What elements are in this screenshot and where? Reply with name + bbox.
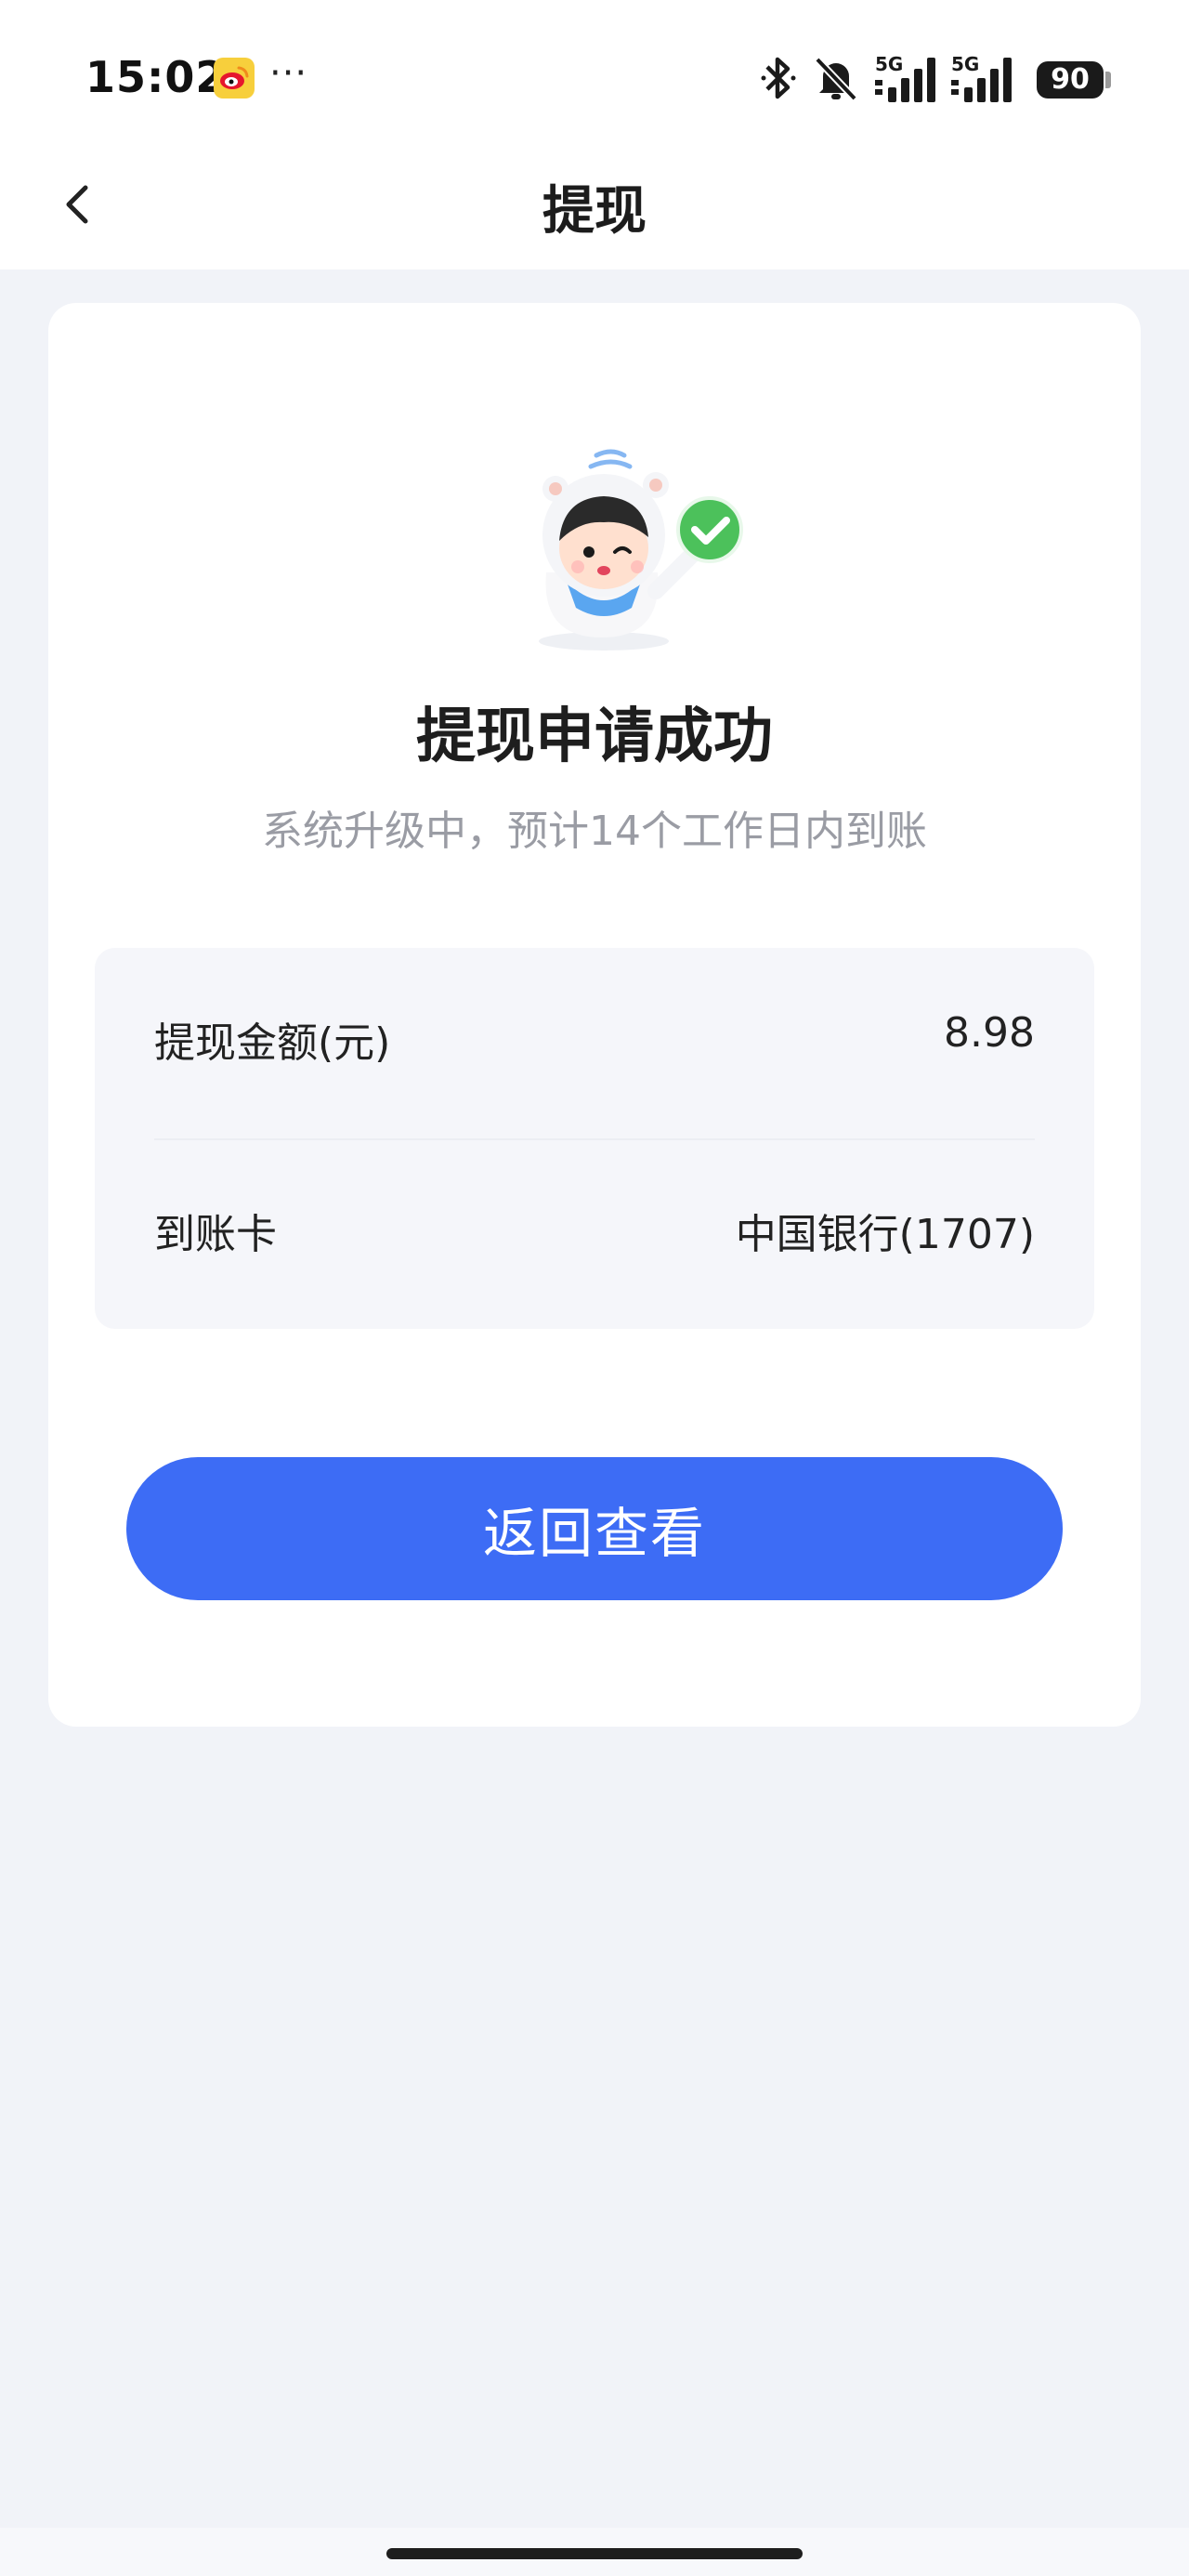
result-title: 提现申请成功 — [416, 703, 773, 771]
page-title: 提现 — [542, 181, 647, 242]
card-label: 到账卡 — [154, 1211, 277, 1258]
weibo-icon — [214, 58, 255, 99]
battery-cap — [1105, 72, 1111, 88]
more-notifications-icon: ··· — [269, 52, 308, 95]
battery-indicator: 90 — [1037, 61, 1104, 99]
amount-row: 提现金额(元) 8.98 — [154, 1009, 1035, 1084]
nav-bar: 提现 — [0, 139, 1189, 269]
status-bar: 15:02 ··· 5G 5G 90 — [0, 0, 1189, 139]
svg-text:5G: 5G — [875, 53, 903, 75]
amount-value: 8.98 — [944, 1009, 1035, 1057]
bluetooth-icon — [761, 57, 796, 99]
result-card: 提现申请成功 系统升级中，预计14个工作日内到账 提现金额(元) 8.98 到账… — [48, 303, 1141, 1727]
status-icons: 5G 5G 90 — [760, 52, 1111, 104]
withdraw-details: 提现金额(元) 8.98 到账卡 中国银行(1707) — [95, 948, 1094, 1329]
svg-text:5G: 5G — [951, 53, 979, 75]
mascot-success-icon — [539, 449, 743, 651]
mute-icon — [815, 57, 857, 101]
home-indicator[interactable] — [386, 2548, 803, 2559]
card-row: 到账卡 中国银行(1707) — [154, 1201, 1035, 1275]
status-time: 15:02 — [85, 52, 227, 102]
card-value: 中国银行(1707) — [735, 1211, 1035, 1258]
result-subtitle: 系统升级中，预计14个工作日内到账 — [262, 808, 927, 855]
divider — [154, 1138, 1035, 1140]
signal-5g-icon: 5G — [951, 53, 1012, 102]
signal-5g-icon: 5G — [875, 53, 935, 102]
amount-label: 提现金额(元) — [154, 1019, 391, 1067]
back-to-view-button[interactable]: 返回查看 — [126, 1457, 1063, 1600]
